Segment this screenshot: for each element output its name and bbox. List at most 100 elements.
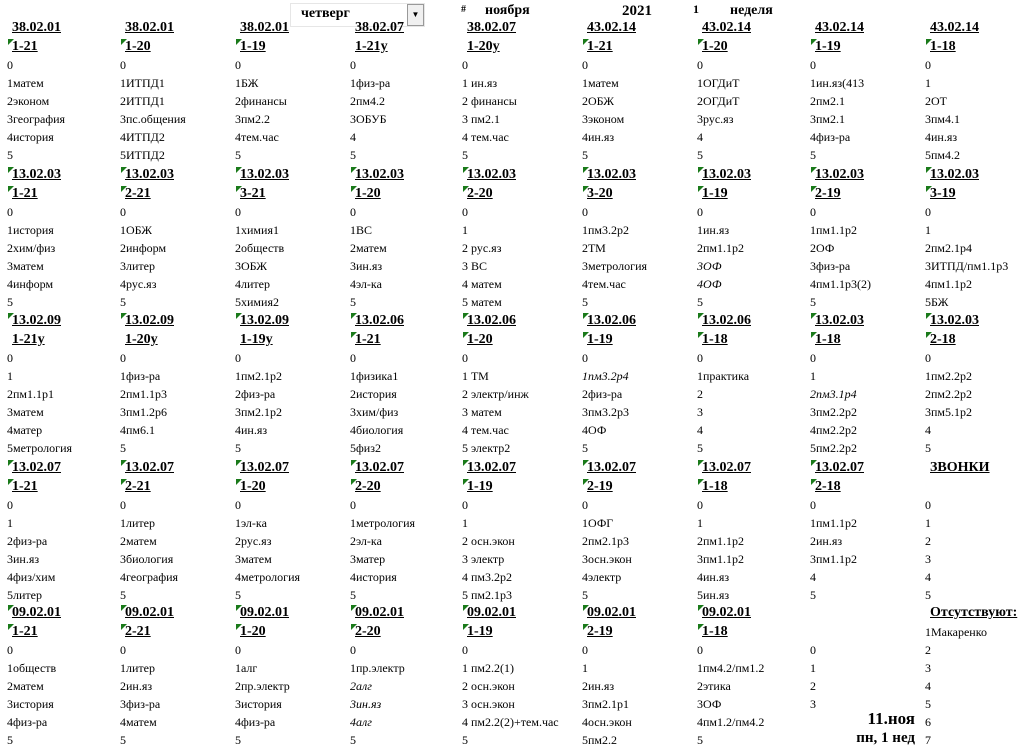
group-name: 1-21у — [12, 332, 45, 347]
lesson-cell: 4пм1.2/пм4.2 — [697, 715, 765, 729]
chevron-down-icon[interactable]: ▼ — [407, 4, 424, 26]
group-name: 2-20 — [351, 479, 381, 494]
lesson-cell: 1физика1 — [350, 369, 399, 383]
group-code: 09.02.01 — [8, 605, 61, 620]
group-name: 3-21 — [236, 186, 266, 201]
lesson-cell: 2ин.яз — [120, 679, 153, 693]
lesson-cell: 0 — [235, 205, 241, 219]
lesson-cell: 5 — [120, 733, 126, 747]
footer-week-info: пн, 1 нед — [856, 730, 915, 746]
lesson-cell: 2ОГДиТ — [697, 94, 740, 108]
group-code: 13.02.07 — [463, 460, 516, 475]
lesson-cell: 5 — [462, 733, 468, 747]
group-name: 1-18 — [698, 479, 728, 494]
lesson-cell: 1ОФГ — [582, 516, 614, 530]
lesson-cell: 5 — [120, 588, 126, 602]
lesson-cell: 5пм4.2 — [925, 148, 961, 162]
lesson-cell: 4рус.яз — [120, 277, 157, 291]
lesson-cell: 4пм1.1р2 — [925, 277, 973, 291]
lesson-cell: 3матем — [235, 552, 272, 566]
lesson-cell: 0 — [120, 58, 126, 72]
group-code: 13.02.07 — [583, 460, 636, 475]
group-name: 1-20 — [121, 39, 151, 54]
lesson-cell: 0 — [7, 643, 13, 657]
group-code: 13.02.07 — [8, 460, 61, 475]
lesson-cell: 0 — [697, 205, 703, 219]
lesson-cell: 4литер — [235, 277, 270, 291]
lesson-cell: 4тем.час — [235, 130, 279, 144]
lesson-cell: 1пм1.1р2 — [810, 223, 858, 237]
lesson-cell: 1БЖ — [235, 76, 259, 90]
lesson-cell: 3матер — [350, 552, 386, 566]
lesson-cell: 3пм2.2р2 — [810, 405, 858, 419]
group-code: 13.02.03 — [583, 167, 636, 182]
lesson-cell: 5физ2 — [350, 441, 381, 455]
lesson-cell: 2физ-ра — [582, 387, 623, 401]
lesson-cell: 1практика — [697, 369, 750, 383]
lesson-cell: 3пм2.1 — [810, 112, 846, 126]
lesson-cell: 4 пм2.2(2)+тем.час — [462, 715, 559, 729]
lesson-cell: 4 матем — [462, 277, 502, 291]
lesson-cell: 4ин.яз — [235, 423, 268, 437]
lesson-cell: 3пм1.2р6 — [120, 405, 168, 419]
group-name: 1-20 — [236, 479, 266, 494]
lesson-cell: 2физ-ра — [7, 534, 48, 548]
lesson-cell: 5 — [350, 588, 356, 602]
lesson-cell: 3метрология — [582, 259, 648, 273]
lesson-cell: 1история — [7, 223, 54, 237]
lesson-cell: 4осн.экон — [582, 715, 632, 729]
group-code: 13.02.07 — [121, 460, 174, 475]
lesson-cell: 3пм2.1р2 — [235, 405, 283, 419]
lesson-cell: 1ИТПД1 — [120, 76, 165, 90]
group-code: 13.02.07 — [698, 460, 751, 475]
lesson-cell: 5метрология — [7, 441, 73, 455]
lesson-cell: 1ОБЖ — [120, 223, 153, 237]
group-name: 2-19 — [583, 479, 613, 494]
lesson-cell: 0 — [350, 498, 356, 512]
group-code: 38.02.01 — [125, 20, 174, 35]
group-name: 3-20 — [583, 186, 613, 201]
lesson-cell: 1 — [925, 516, 931, 530]
group-code: 13.02.03 — [121, 167, 174, 182]
week-number: 1 — [693, 2, 699, 16]
lesson-cell: 1 — [925, 223, 931, 237]
lesson-cell: 4 — [925, 570, 931, 584]
lesson-cell: 3рус.яз — [697, 112, 734, 126]
lesson-cell: 0 — [582, 351, 588, 365]
lesson-cell: 2пм2.1р3 — [582, 534, 630, 548]
lesson-cell: 1пм3.2р4 — [582, 369, 629, 383]
lesson-cell: 0 — [697, 58, 703, 72]
lesson-cell: 0 — [925, 205, 931, 219]
lesson-cell: 2ОБЖ — [582, 94, 615, 108]
lesson-cell: 4пм6.1 — [120, 423, 156, 437]
lesson-cell: 1 — [697, 516, 703, 530]
group-code: 09.02.01 — [583, 605, 636, 620]
group-name: 2-18 — [926, 332, 956, 347]
lesson-cell: 4пм1.1р3(2) — [810, 277, 872, 291]
absent-item: 6 — [925, 715, 931, 729]
lesson-cell: 5ин.яз — [697, 588, 730, 602]
lesson-cell: 0 — [120, 643, 126, 657]
lesson-cell: 3физ-ра — [120, 697, 161, 711]
lesson-cell: 4тем.час — [582, 277, 626, 291]
group-code: 38.02.07 — [355, 20, 404, 35]
lesson-cell: 2пм1.1р3 — [120, 387, 168, 401]
lesson-cell: 1пм3.2р2 — [582, 223, 630, 237]
lesson-cell: 5пм2.2 — [582, 733, 618, 747]
lesson-cell: 1матем — [582, 76, 619, 90]
footer-date: 11.ноя — [867, 709, 915, 728]
lesson-cell: 2матем — [120, 534, 157, 548]
lesson-cell: 2информ — [120, 241, 167, 255]
group-code: 13.02.03 — [926, 167, 979, 182]
lesson-cell: 1 пм2.2(1) — [462, 661, 515, 675]
lesson-cell: 2пм2.1 — [810, 94, 846, 108]
lesson-cell: 4 пм3.2р2 — [462, 570, 513, 584]
group-code: 13.02.03 — [351, 167, 404, 182]
group-name: 1-19 — [698, 186, 728, 201]
lesson-cell: 5 — [120, 441, 126, 455]
lesson-cell: 4ИТПД2 — [120, 130, 165, 144]
lesson-cell: 5 — [925, 441, 931, 455]
lesson-cell: 4ин.яз — [925, 130, 958, 144]
lesson-cell: 1 — [7, 369, 13, 383]
group-code: 13.02.09 — [236, 313, 289, 328]
